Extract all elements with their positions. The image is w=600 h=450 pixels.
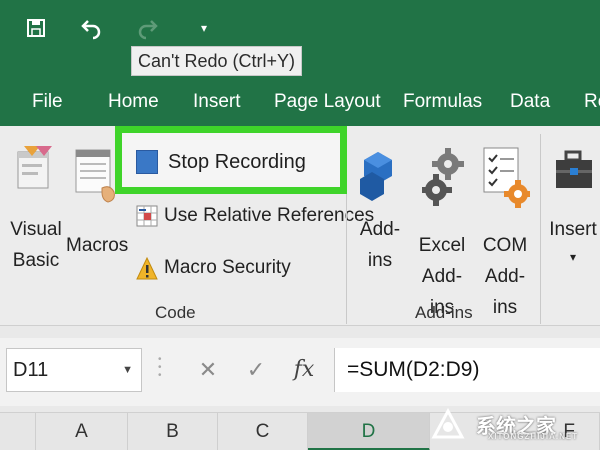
watermark: 系统之家 XITONGZHIJIA.NET [428, 404, 596, 444]
macros-label: Macros [66, 235, 129, 256]
group-separator [540, 134, 541, 324]
name-box[interactable]: D11 ▼ [6, 348, 142, 392]
name-box-value: D11 [13, 359, 49, 381]
watermark-subtext: XITONGZHIJIA.NET [488, 432, 579, 441]
column-header-d[interactable]: D [308, 413, 430, 450]
excel-add-ins-button[interactable]: Excel Add-ins [410, 136, 474, 318]
add-ins-icon [360, 150, 400, 209]
enter-icon[interactable]: ✓ [238, 350, 274, 390]
toolbox-icon [554, 150, 594, 199]
com-add-ins-button[interactable]: COM Add-ins [474, 136, 536, 318]
tab-data[interactable]: Data [510, 89, 550, 115]
tab-review[interactable]: Re [584, 89, 600, 115]
stop-recording-label: Stop Recording [168, 150, 306, 173]
visual-basic-label: Visual Basic [10, 219, 62, 271]
tab-insert[interactable]: Insert [193, 89, 241, 115]
stop-recording-icon [136, 150, 158, 174]
watermark-logo-icon [431, 407, 465, 439]
insert-controls-button[interactable]: Insert ▾ [546, 136, 600, 286]
formula-bar: D11 ▼ • • • ✕ ✓ fx =SUM(D2:D9) [0, 338, 600, 406]
use-relative-references-button[interactable]: Use Relative References [136, 200, 374, 232]
macros-icon [74, 146, 118, 211]
macro-security-label: Macro Security [164, 257, 291, 278]
column-header-a[interactable]: A [36, 413, 128, 450]
add-ins-label: Add- ins [359, 219, 401, 271]
ribbon-tabs: File Home Insert Page Layout Formulas Da… [0, 80, 600, 126]
visual-basic-button[interactable]: Visual Basic [6, 136, 66, 286]
select-all-corner[interactable] [0, 413, 36, 450]
undo-icon[interactable] [78, 14, 106, 42]
code-group-label: Code [155, 303, 196, 322]
redo-icon[interactable] [133, 14, 161, 42]
tab-page-layout[interactable]: Page Layout [274, 89, 381, 115]
formula-input[interactable]: =SUM(D2:D9) [334, 348, 600, 392]
com-add-ins-icon [482, 146, 532, 215]
caret-down-icon[interactable]: ▾ [190, 14, 218, 42]
chevron-down-icon[interactable]: ▼ [122, 349, 133, 391]
insert-controls-label: Insert [549, 219, 597, 240]
use-relative-references-label: Use Relative References [164, 205, 375, 226]
save-icon[interactable] [22, 14, 50, 42]
formula-bar-grip[interactable]: • • • [158, 355, 164, 384]
relative-references-icon [136, 205, 158, 227]
stop-recording-button[interactable]: Stop Recording [126, 141, 336, 183]
add-ins-group-label: Add-ins [415, 303, 473, 322]
add-ins-button[interactable]: Add- ins [352, 136, 408, 286]
redo-tooltip: Can't Redo (Ctrl+Y) [131, 46, 302, 76]
cancel-icon[interactable]: ✕ [190, 350, 226, 390]
gears-icon [420, 146, 464, 215]
tab-file[interactable]: File [32, 89, 63, 115]
com-add-ins-label: COM Add-ins [482, 235, 528, 318]
quick-access-toolbar: ▾ Can't Redo (Ctrl+Y) [0, 0, 600, 80]
visual-basic-icon [14, 142, 56, 201]
tab-home[interactable]: Home [108, 89, 159, 115]
insert-function-icon[interactable]: fx [286, 350, 322, 390]
column-header-c[interactable]: C [218, 413, 308, 450]
column-header-b[interactable]: B [128, 413, 218, 450]
warning-icon [136, 256, 158, 280]
tab-formulas[interactable]: Formulas [403, 89, 482, 115]
macro-security-button[interactable]: Macro Security [136, 252, 291, 284]
chevron-down-icon: ▾ [569, 250, 577, 264]
